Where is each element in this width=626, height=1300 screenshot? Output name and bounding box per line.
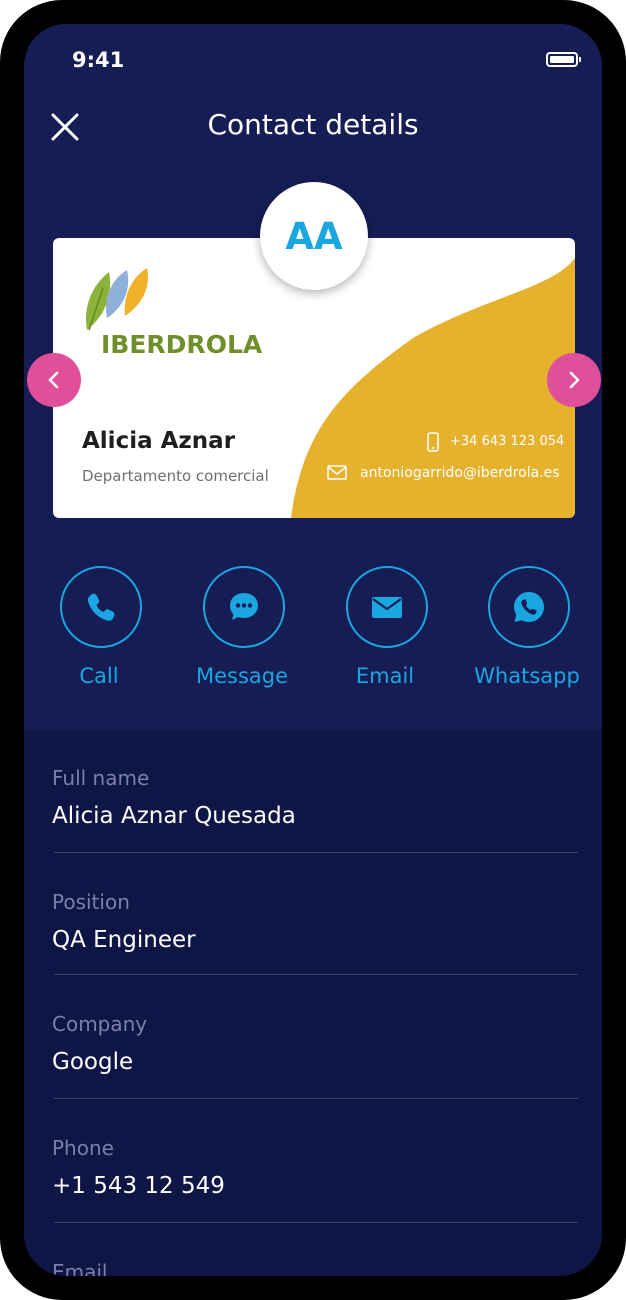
field-value: QA Engineer [52,927,196,953]
field-label: Position [52,890,130,914]
divider [54,1222,578,1223]
card-contact-name: Alicia Aznar [82,428,236,454]
company-logo-text: IBERDROLA [101,330,263,359]
field-label: Company [52,1012,148,1036]
card-department: Departamento comercial [82,467,269,485]
divider [54,852,578,853]
field-email: Email [52,1258,578,1276]
avatar: AA [260,182,368,290]
whatsapp-icon [514,592,544,622]
mobile-phone-icon [427,432,439,452]
phone-icon [87,593,115,621]
field-phone: Phone +1 543 12 549 [52,1134,578,1202]
chevron-right-icon [569,371,580,389]
field-label: Full name [52,766,150,790]
next-card-button[interactable] [547,353,601,407]
screen: 9:41 Contact details IBERDROLA Alicia Az… [24,24,602,1276]
card-email: antoniogarrido@iberdrola.es [360,465,560,481]
field-value: Alicia Aznar Quesada [52,803,296,829]
field-position: Position QA Engineer [52,888,578,956]
email-label: Email [355,664,415,688]
divider [54,1098,578,1099]
message-button[interactable] [203,566,285,648]
field-company: Company Google [52,1010,578,1078]
status-time: 9:41 [72,48,125,72]
divider [54,974,578,975]
call-label: Call [79,664,119,688]
field-full-name: Full name Alicia Aznar Quesada [52,764,578,832]
chevron-left-icon [48,371,59,389]
chat-icon [230,593,258,620]
page-title: Contact details [207,108,419,141]
whatsapp-label: Whatsapp [474,664,580,688]
phone-frame: 9:41 Contact details IBERDROLA Alicia Az… [0,0,626,1300]
battery-icon [546,52,581,67]
previous-card-button[interactable] [27,353,81,407]
card-phone: +34 643 123 054 [450,434,565,449]
iberdrola-leaves-logo [85,268,149,331]
message-label: Message [195,664,289,688]
field-label: Phone [52,1136,114,1160]
whatsapp-button[interactable] [488,566,570,648]
contact-header-area: 9:41 Contact details IBERDROLA Alicia Az… [24,24,602,730]
mail-icon [327,465,347,480]
field-value: Google [52,1049,134,1075]
call-button[interactable] [60,566,142,648]
envelope-icon [372,597,402,618]
email-button[interactable] [346,566,428,648]
field-label: Email [52,1260,108,1276]
field-value: +1 543 12 549 [52,1173,225,1199]
